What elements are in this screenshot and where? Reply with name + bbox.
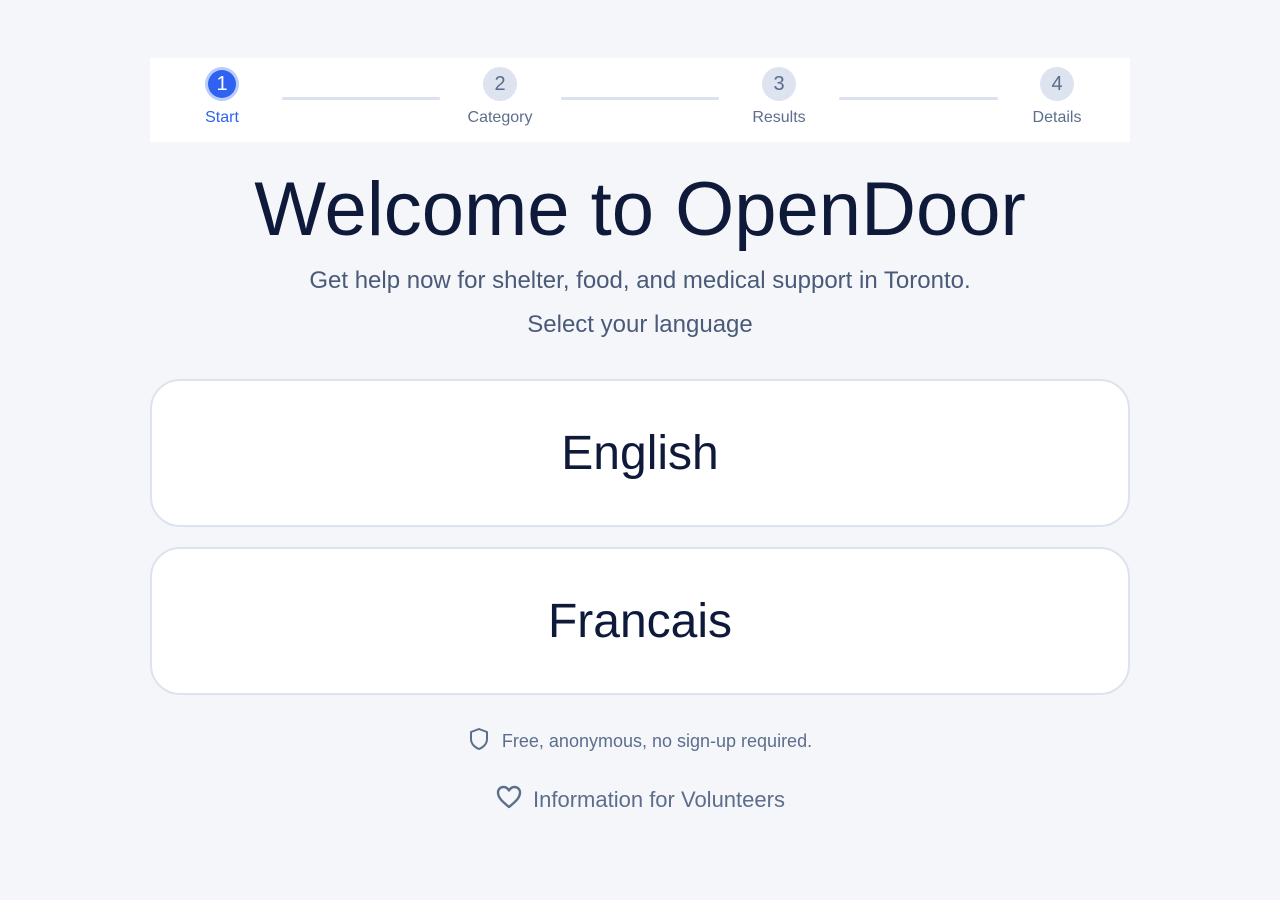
volunteers-link[interactable]: Information for Volunteers [0,784,1280,816]
privacy-note: Free, anonymous, no sign-up required. [0,727,1280,756]
step-label: Start [205,109,239,126]
step-number: 2 [483,67,517,101]
step-number: 1 [208,70,236,98]
step-connector [282,97,440,100]
step-number: 3 [762,67,796,101]
step-label: Details [1032,109,1082,126]
shield-icon [468,727,490,756]
step-label: Category [467,109,533,126]
privacy-text: Free, anonymous, no sign-up required. [501,731,813,751]
english-button[interactable]: English [150,379,1130,527]
step-category[interactable]: 2 Category [450,67,550,127]
step-connector [839,97,998,100]
step-connector [561,97,719,100]
page-subtitle: Get help now for shelter, food, and medi… [309,267,971,294]
language-prompt: Select your language [527,311,753,338]
heart-icon [495,784,523,816]
step-results[interactable]: 3 Results [729,67,829,127]
step-details[interactable]: 4 Details [1007,67,1107,127]
progress-stepper: 1 Start 2 Category 3 Results 4 Details [150,58,1130,142]
volunteers-link-text: Information for Volunteers [533,787,785,812]
step-start[interactable]: 1 Start [172,67,272,127]
page-title: Welcome to OpenDoor [254,167,1026,252]
step-label: Results [752,109,806,126]
french-button[interactable]: Francais [150,547,1130,695]
step-number: 4 [1040,67,1074,101]
